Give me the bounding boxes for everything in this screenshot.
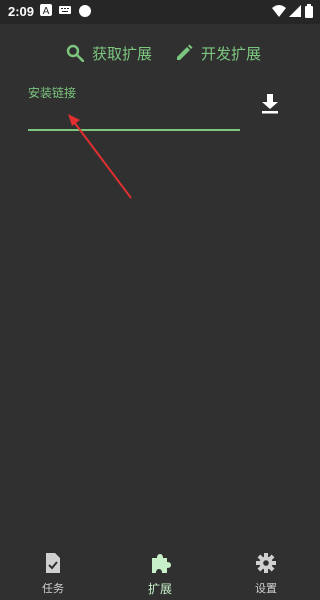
dev-extension-label: 开发扩展 [201,44,262,63]
nav-label-settings: 设置 [255,582,277,595]
puzzle-icon [152,554,171,573]
signal-icon [289,5,301,17]
circle-icon [79,5,91,17]
a-icon: A [40,4,52,16]
get-extension-label: 获取扩展 [92,44,153,63]
keyboard-icon [59,6,71,14]
download-icon[interactable] [259,92,281,114]
nav-label-tasks: 任务 [42,582,64,595]
get-extension-button[interactable]: 获取扩展 [66,40,152,66]
task-icon [46,553,60,573]
bottom-nav: 任务 扩展 设置 [0,544,320,600]
nav-item-settings[interactable]: 设置 [226,544,306,600]
dev-extension-button[interactable]: 开发扩展 [175,40,261,66]
install-link-underline [28,129,240,131]
svg-text:A: A [43,6,50,16]
nav-label-extensions: 扩展 [147,582,172,596]
pencil-icon [177,44,193,60]
wifi-icon [272,5,286,17]
install-link-input[interactable] [28,104,244,128]
battery-icon [305,4,313,18]
action-row: 获取扩展 开发扩展 [0,40,320,66]
nav-item-tasks[interactable]: 任务 [13,544,93,600]
status-bar: 2:09 A [0,0,320,24]
install-link-label: 安装链接 [28,86,77,100]
status-time: 2:09 [8,4,35,19]
nav-item-extensions[interactable]: 扩展 [120,544,200,600]
search-icon [66,44,84,62]
gear-icon [256,553,276,573]
